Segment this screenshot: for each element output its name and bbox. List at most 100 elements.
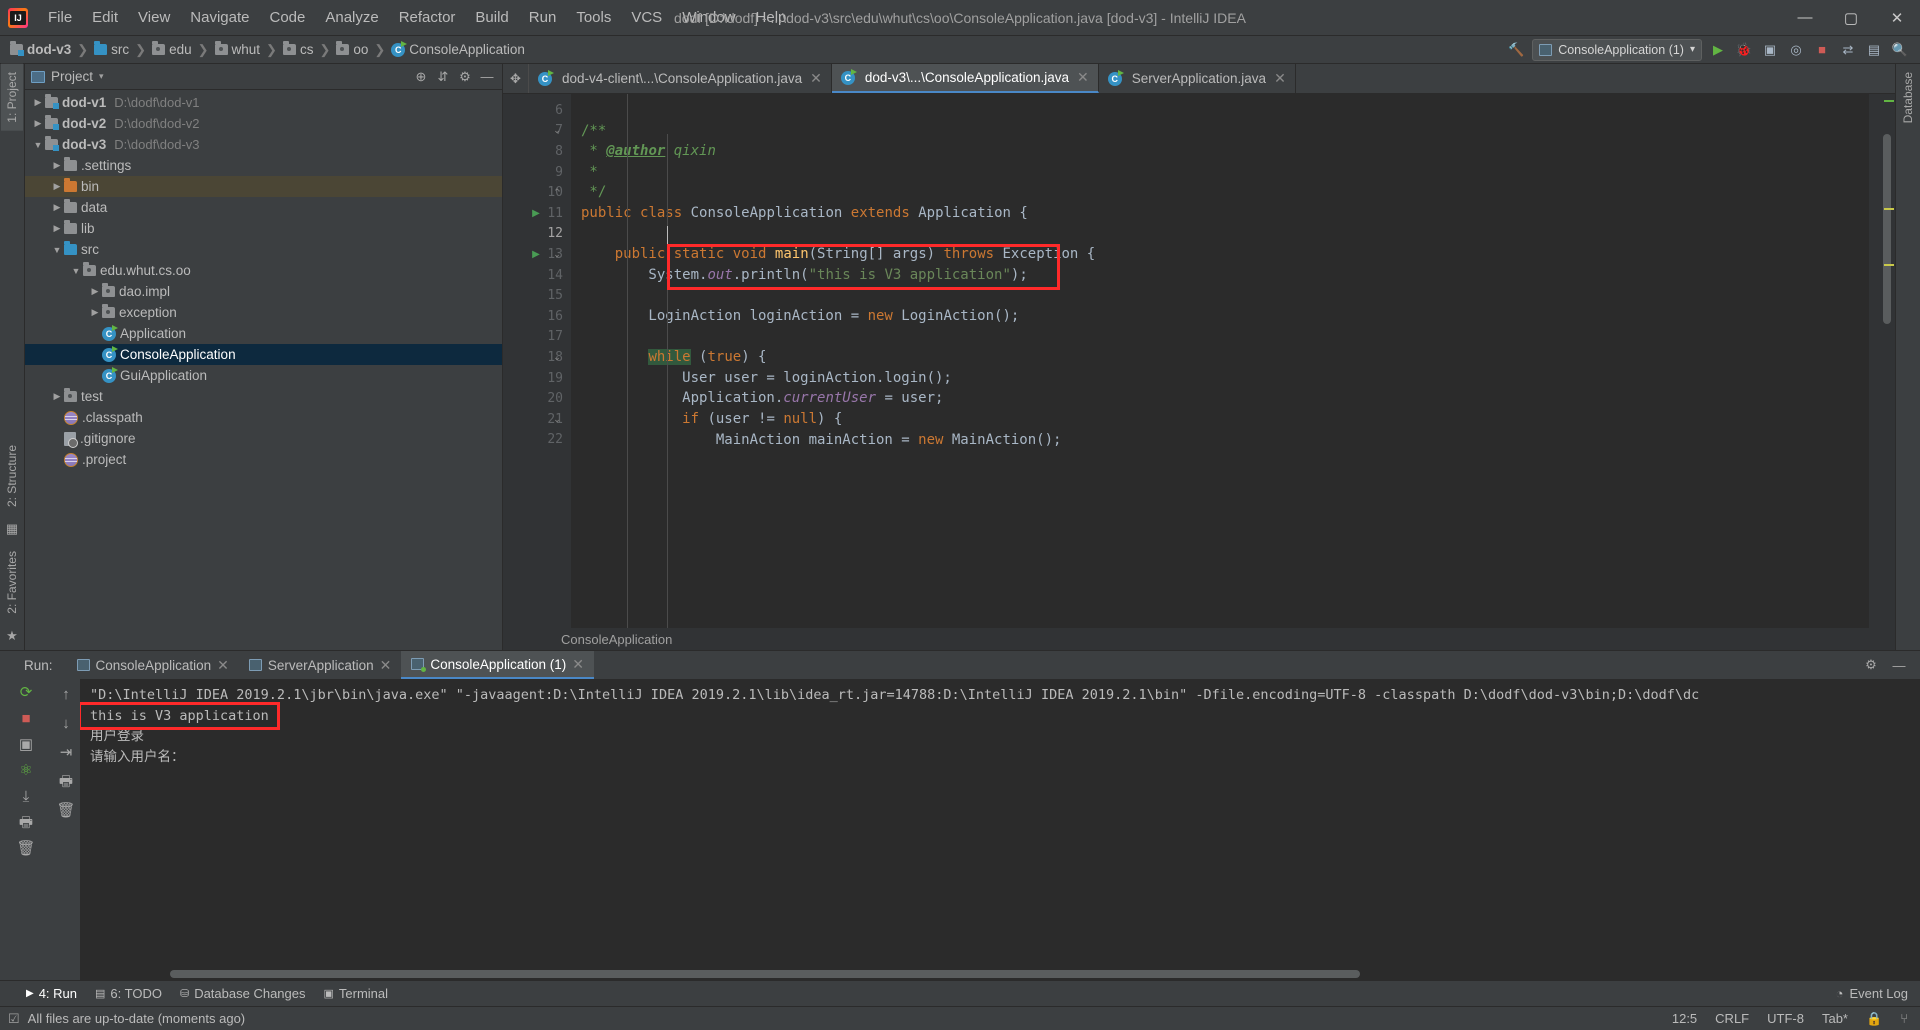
tree-item--classpath[interactable]: ▶ .classpath	[25, 407, 502, 428]
menu-refactor[interactable]: Refactor	[389, 5, 466, 30]
fold-open-icon[interactable]: ⌄	[551, 409, 563, 430]
export-icon[interactable]: ⤓	[23, 789, 30, 804]
code-line[interactable]: */	[571, 182, 1869, 203]
sidebar-tab-favorites[interactable]: 2: Favorites	[1, 543, 23, 622]
updates-icon[interactable]: ⇄	[1838, 40, 1858, 60]
run-tab-consoleapplication[interactable]: ConsoleApplication ✕	[67, 651, 239, 679]
line-separator[interactable]: CRLF	[1715, 1011, 1749, 1026]
code-line[interactable]: /**	[571, 121, 1869, 142]
run-with-coverage-icon[interactable]: ▣	[1760, 40, 1780, 60]
menu-file[interactable]: File	[38, 5, 82, 30]
run-icon[interactable]: ▶	[1708, 40, 1728, 60]
chevron-right-icon[interactable]: ▶	[88, 307, 102, 318]
menu-code[interactable]: Code	[259, 5, 315, 30]
tree-item-src[interactable]: ▼ src	[25, 239, 502, 260]
event-log-button[interactable]: ◔ Event Log	[1836, 986, 1920, 1001]
code-line[interactable]: Application.currentUser = user;	[571, 388, 1869, 409]
chevron-right-icon[interactable]: ▶	[50, 391, 64, 402]
thread-dump-icon[interactable]: ⚛	[19, 763, 32, 778]
sidebar-tab-database[interactable]: Database	[1897, 64, 1919, 131]
tree-item-dod-v2[interactable]: ▶ dod-v2 D:\dodf\dod-v2	[25, 113, 502, 134]
close-icon[interactable]: ✕	[217, 657, 229, 674]
code-line[interactable]: public class ConsoleApplication extends …	[571, 203, 1869, 224]
lock-icon[interactable]: 🔒	[1866, 1011, 1882, 1027]
bottom-tab-database-changes[interactable]: ⛁ Database Changes	[180, 986, 306, 1001]
code-line[interactable]: LoginAction loginAction = new LoginActio…	[571, 306, 1869, 327]
fold-close-icon[interactable]: ⌃	[551, 182, 563, 203]
maximize-button[interactable]: ▢	[1828, 0, 1874, 35]
settings-gear-icon[interactable]: ⚙	[456, 68, 474, 86]
tree-item-bin[interactable]: ▶ bin	[25, 176, 502, 197]
indent-setting[interactable]: Tab*	[1822, 1011, 1848, 1026]
code-line[interactable]: public static void main(String[] args) t…	[571, 244, 1869, 265]
structure-icon[interactable]: ▦	[6, 515, 18, 543]
breadcrumb-oo[interactable]: oo	[334, 41, 370, 57]
run-gutter-icon[interactable]: ▶	[529, 203, 543, 224]
close-button[interactable]: ✕	[1874, 0, 1920, 35]
run-configuration-selector[interactable]: ConsoleApplication (1) ▾	[1532, 38, 1702, 61]
trash-icon[interactable]: 🗑	[16, 841, 35, 856]
screenshot-icon[interactable]: ▣	[19, 737, 33, 752]
locate-icon[interactable]: ⊕	[412, 68, 430, 86]
tree-item-test[interactable]: ▶ test	[25, 386, 502, 407]
chevron-right-icon[interactable]: ▶	[50, 223, 64, 234]
caret-position[interactable]: 12:5	[1672, 1011, 1697, 1026]
editor-scrollbar[interactable]	[1869, 94, 1895, 628]
breadcrumb-src[interactable]: src	[92, 41, 131, 57]
tree-item-dod-v3[interactable]: ▼ dod-v3 D:\dodf\dod-v3	[25, 134, 502, 155]
code-line[interactable]: *	[571, 162, 1869, 183]
stop-icon[interactable]: ■	[1812, 40, 1832, 60]
tree-item--gitignore[interactable]: ▶ .gitignore	[25, 428, 502, 449]
fold-open-icon[interactable]: ⌄	[551, 121, 563, 142]
tree-item-lib[interactable]: ▶ lib	[25, 218, 502, 239]
code-line[interactable]	[571, 100, 1869, 121]
tree-item-dod-v1[interactable]: ▶ dod-v1 D:\dodf\dod-v1	[25, 92, 502, 113]
editor-tab-dod-v3[interactable]: C dod-v3\...\ConsoleApplication.java ✕	[831, 64, 1099, 93]
code-content[interactable]: /** * @author qixin * */public class Con…	[571, 94, 1869, 628]
tree-item-guiapplication[interactable]: ▶CGuiApplication	[25, 365, 502, 386]
code-line[interactable]: while (true) {	[571, 347, 1869, 368]
chevron-right-icon[interactable]: ▶	[50, 160, 64, 171]
close-icon[interactable]: ✕	[572, 656, 584, 673]
chevron-down-icon[interactable]: ▾	[99, 71, 104, 82]
tree-item-exception[interactable]: ▶ exception	[25, 302, 502, 323]
minimize-icon[interactable]: —	[1890, 656, 1908, 674]
print-icon[interactable]: 🖶	[19, 815, 33, 830]
chevron-right-icon[interactable]: ▶	[50, 181, 64, 192]
tree-item--project[interactable]: ▶ .project	[25, 449, 502, 470]
menu-run[interactable]: Run	[519, 5, 567, 30]
code-line[interactable]	[571, 285, 1869, 306]
run-gutter-icon[interactable]: ▶	[529, 244, 543, 265]
breadcrumb-dod-v3[interactable]: dod-v3	[8, 41, 73, 57]
breadcrumb-whut[interactable]: whut	[213, 41, 263, 57]
stop-icon[interactable]: ■	[21, 711, 30, 726]
tree-item-data[interactable]: ▶ data	[25, 197, 502, 218]
chevron-right-icon[interactable]: ▶	[31, 118, 45, 129]
menu-tools[interactable]: Tools	[566, 5, 621, 30]
fold-open-icon[interactable]: ⌄	[551, 244, 563, 265]
settings-gear-icon[interactable]: ⚙	[1862, 656, 1880, 674]
menu-analyze[interactable]: Analyze	[315, 5, 388, 30]
breadcrumb-edu[interactable]: edu	[150, 41, 194, 57]
breadcrumb-consoleapplication[interactable]: C ConsoleApplication	[389, 40, 527, 57]
collapse-all-icon[interactable]: ⇵	[434, 68, 452, 86]
scrollbar-thumb[interactable]	[1883, 134, 1891, 324]
favorites-star-icon[interactable]: ★	[6, 622, 18, 650]
code-line[interactable]: * @author qixin	[571, 141, 1869, 162]
branch-icon[interactable]: ⑂	[1900, 1011, 1908, 1026]
chevron-right-icon[interactable]: ▶	[88, 286, 102, 297]
code-line[interactable]: System.out.println("this is V3 applicati…	[571, 265, 1869, 286]
code-editor[interactable]: 6 7 ⌄ 8 9 10 ⌃ 11 ▶ 12 13 ▶ ⌄ 14 15 16 17 18 ⌄ 19 20 21 ⌄ 22 /*…	[503, 94, 1895, 628]
menu-view[interactable]: View	[128, 5, 180, 30]
minimize-button[interactable]: —	[1782, 0, 1828, 35]
run-tab-serverapplication[interactable]: ServerApplication ✕	[239, 651, 402, 679]
bottom-tab-run[interactable]: ▶ 4: Run	[26, 986, 77, 1001]
tree-item--settings[interactable]: ▶ .settings	[25, 155, 502, 176]
code-line[interactable]: MainAction mainAction = new MainAction()…	[571, 430, 1869, 451]
hide-icon[interactable]: —	[478, 68, 496, 86]
menu-navigate[interactable]: Navigate	[180, 5, 259, 30]
editor-tab-dod-v4-client[interactable]: C dod-v4-client\...\ConsoleApplication.j…	[529, 64, 832, 93]
print-icon[interactable]: 🖶	[59, 774, 73, 789]
code-line[interactable]: if (user != null) {	[571, 409, 1869, 430]
fold-open-icon[interactable]: ⌄	[551, 347, 563, 368]
